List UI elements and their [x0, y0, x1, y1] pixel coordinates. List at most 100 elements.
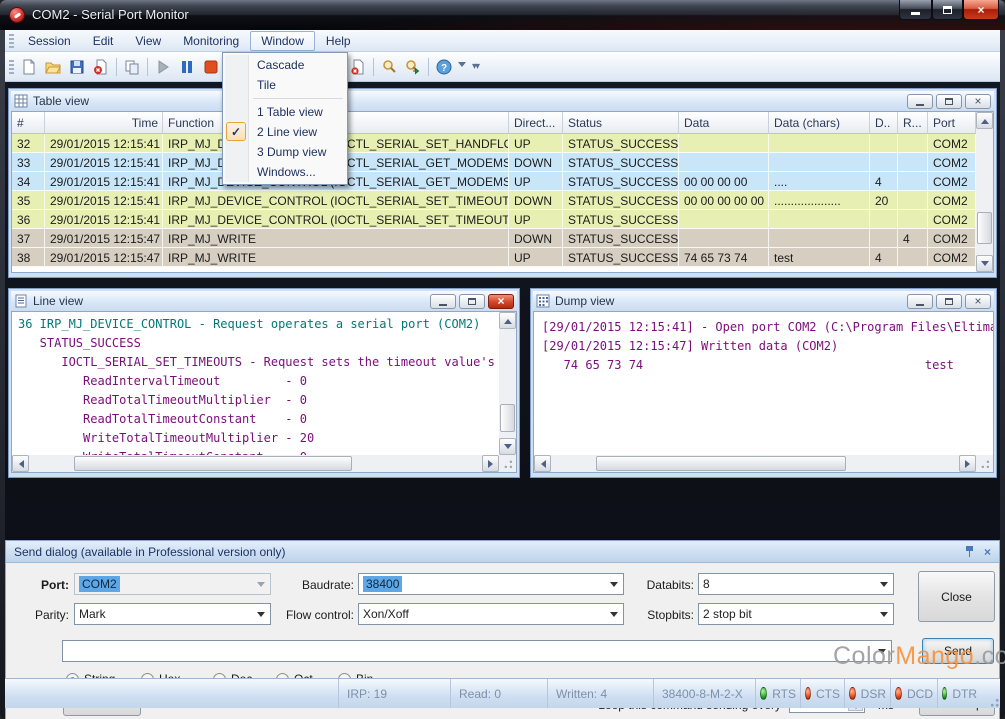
- window-resize-grip[interactable]: [986, 694, 1000, 708]
- port-combo[interactable]: COM2: [74, 573, 271, 595]
- table-row[interactable]: 3829/01/2015 12:15:47IRP_MJ_WRITEUPSTATU…: [12, 248, 976, 267]
- scroll-right-button[interactable]: [959, 455, 976, 472]
- menu-item-cascade[interactable]: Cascade: [223, 55, 347, 75]
- flow-control-combo[interactable]: Xon/Xoff: [358, 603, 624, 625]
- scroll-down-button[interactable]: [976, 255, 993, 272]
- line-minimize-button[interactable]: [430, 294, 456, 309]
- cell: [679, 210, 769, 229]
- send-button[interactable]: Send: [922, 638, 994, 664]
- chevron-down-icon: [880, 582, 888, 591]
- resize-grip[interactable]: [499, 455, 516, 472]
- save-session-icon[interactable]: [65, 55, 89, 79]
- close-pane-icon[interactable]: ×: [984, 546, 991, 558]
- line-close-button[interactable]: ×: [488, 294, 514, 309]
- line-vscrollbar[interactable]: [499, 312, 516, 455]
- send-data-input[interactable]: [62, 640, 892, 662]
- help-dropdown-icon[interactable]: [458, 62, 466, 71]
- close-session-icon[interactable]: [89, 55, 113, 79]
- baudrate-combo[interactable]: 38400: [358, 573, 624, 595]
- col-header[interactable]: D..: [870, 112, 898, 134]
- databits-combo[interactable]: 8: [698, 573, 894, 595]
- menu-help[interactable]: Help: [315, 31, 362, 51]
- table-row[interactable]: 3629/01/2015 12:15:41IRP_MJ_DEVICE_CONTR…: [12, 210, 976, 229]
- scroll-thumb[interactable]: [596, 456, 846, 471]
- table-view-titlebar[interactable]: Table view ×: [11, 91, 994, 111]
- scroll-left-button[interactable]: [534, 455, 551, 472]
- dump-maximize-button[interactable]: [936, 294, 962, 309]
- menu-window[interactable]: Window: [250, 31, 315, 51]
- resize-grip[interactable]: [976, 455, 993, 472]
- scroll-down-button[interactable]: [499, 438, 516, 455]
- dump-minimize-button[interactable]: [907, 294, 933, 309]
- col-header[interactable]: Status: [563, 112, 679, 134]
- scroll-left-button[interactable]: [12, 455, 29, 472]
- col-header[interactable]: R...: [898, 112, 928, 134]
- scroll-thumb[interactable]: [500, 404, 515, 432]
- table-row[interactable]: 3329/01/2015 12:15:41IRP_MJ_DEVICE_CONTR…: [12, 153, 976, 172]
- table-row[interactable]: 3429/01/2015 12:15:41IRP_MJ_DEVICE_CONTR…: [12, 172, 976, 191]
- find-icon[interactable]: [377, 55, 401, 79]
- scroll-right-button[interactable]: [482, 455, 499, 472]
- col-header[interactable]: #: [12, 112, 45, 134]
- line-maximize-button[interactable]: [459, 294, 485, 309]
- app-window: COM2 - Serial Port Monitor × Session Edi…: [0, 0, 1005, 719]
- col-header[interactable]: Time: [45, 112, 163, 134]
- stopbits-value: 2 stop bit: [703, 607, 752, 621]
- scroll-up-button[interactable]: [976, 112, 993, 129]
- pin-icon[interactable]: [965, 546, 974, 557]
- line-view-body[interactable]: 36 IRP_MJ_DEVICE_CONTROL - Request opera…: [11, 311, 517, 473]
- scroll-thumb[interactable]: [74, 456, 352, 471]
- scroll-up-button[interactable]: [499, 312, 516, 329]
- table-row[interactable]: 3229/01/2015 12:15:41IRP_MJ_DEVICE_CONTR…: [12, 134, 976, 153]
- minimize-button[interactable]: [899, 0, 932, 20]
- menu-item-tile[interactable]: Tile: [223, 75, 347, 95]
- dump-hscrollbar[interactable]: [534, 455, 976, 472]
- close-send-button[interactable]: Close: [918, 571, 995, 622]
- clear-views-icon[interactable]: [346, 55, 370, 79]
- col-header[interactable]: Data: [679, 112, 769, 134]
- table-row[interactable]: 3729/01/2015 12:15:47IRP_MJ_WRITEDOWNSTA…: [12, 229, 976, 248]
- table-row[interactable]: 3529/01/2015 12:15:41IRP_MJ_DEVICE_CONTR…: [12, 191, 976, 210]
- table-close-button[interactable]: ×: [965, 94, 991, 109]
- toolbar-overflow-icon[interactable]: ▾▾: [472, 61, 478, 72]
- menu-view[interactable]: View: [124, 31, 172, 51]
- help-icon[interactable]: ?: [432, 55, 456, 79]
- dump-view-titlebar[interactable]: Dump view ×: [533, 291, 994, 311]
- menu-item-dump-view[interactable]: 3 Dump view: [223, 142, 347, 162]
- port-label: Port:: [11, 578, 69, 592]
- dump-view-body[interactable]: [29/01/2015 12:15:41] - Open port COM2 (…: [533, 311, 994, 473]
- table-header-row[interactable]: # Time Function Direct... Status Data Da…: [12, 112, 976, 134]
- scroll-thumb[interactable]: [977, 212, 992, 244]
- find-next-icon[interactable]: [401, 55, 425, 79]
- stop-monitoring-icon[interactable]: [199, 55, 223, 79]
- close-button[interactable]: ×: [963, 0, 999, 20]
- col-header[interactable]: Data (chars): [769, 112, 870, 134]
- start-monitoring-icon[interactable]: [151, 55, 175, 79]
- pause-monitoring-icon[interactable]: [175, 55, 199, 79]
- menu-edit[interactable]: Edit: [82, 31, 125, 51]
- menu-item-table-view[interactable]: 1 Table view: [223, 102, 347, 122]
- col-header[interactable]: Port: [928, 112, 976, 134]
- col-header[interactable]: Direct...: [509, 112, 563, 134]
- table-maximize-button[interactable]: [936, 94, 962, 109]
- menu-item-line-view[interactable]: ✓ 2 Line view: [223, 122, 347, 142]
- dump-close-button[interactable]: ×: [965, 294, 991, 309]
- menubar-grip[interactable]: [9, 34, 14, 48]
- send-dialog-header[interactable]: Send dialog (available in Professional v…: [6, 541, 999, 563]
- table-minimize-button[interactable]: [907, 94, 933, 109]
- table-vscrollbar[interactable]: [976, 112, 993, 272]
- dump-entry: [29/01/2015 12:15:47] Written data (COM2…: [542, 337, 993, 356]
- maximize-button[interactable]: [932, 0, 963, 20]
- menu-item-windows[interactable]: Windows...: [223, 162, 347, 182]
- new-session-icon[interactable]: [17, 55, 41, 79]
- line-hscrollbar[interactable]: [12, 455, 499, 472]
- menu-monitoring[interactable]: Monitoring: [172, 31, 250, 51]
- line-view-titlebar[interactable]: Line view ×: [11, 291, 517, 311]
- stopbits-combo[interactable]: 2 stop bit: [698, 603, 894, 625]
- toolbar-grip[interactable]: [9, 60, 14, 74]
- open-session-icon[interactable]: [41, 55, 65, 79]
- copy-icon[interactable]: [120, 55, 144, 79]
- menu-session[interactable]: Session: [17, 31, 82, 51]
- parity-combo[interactable]: Mark: [74, 603, 271, 625]
- cell: 00 00 00 00 00 ...: [679, 191, 769, 210]
